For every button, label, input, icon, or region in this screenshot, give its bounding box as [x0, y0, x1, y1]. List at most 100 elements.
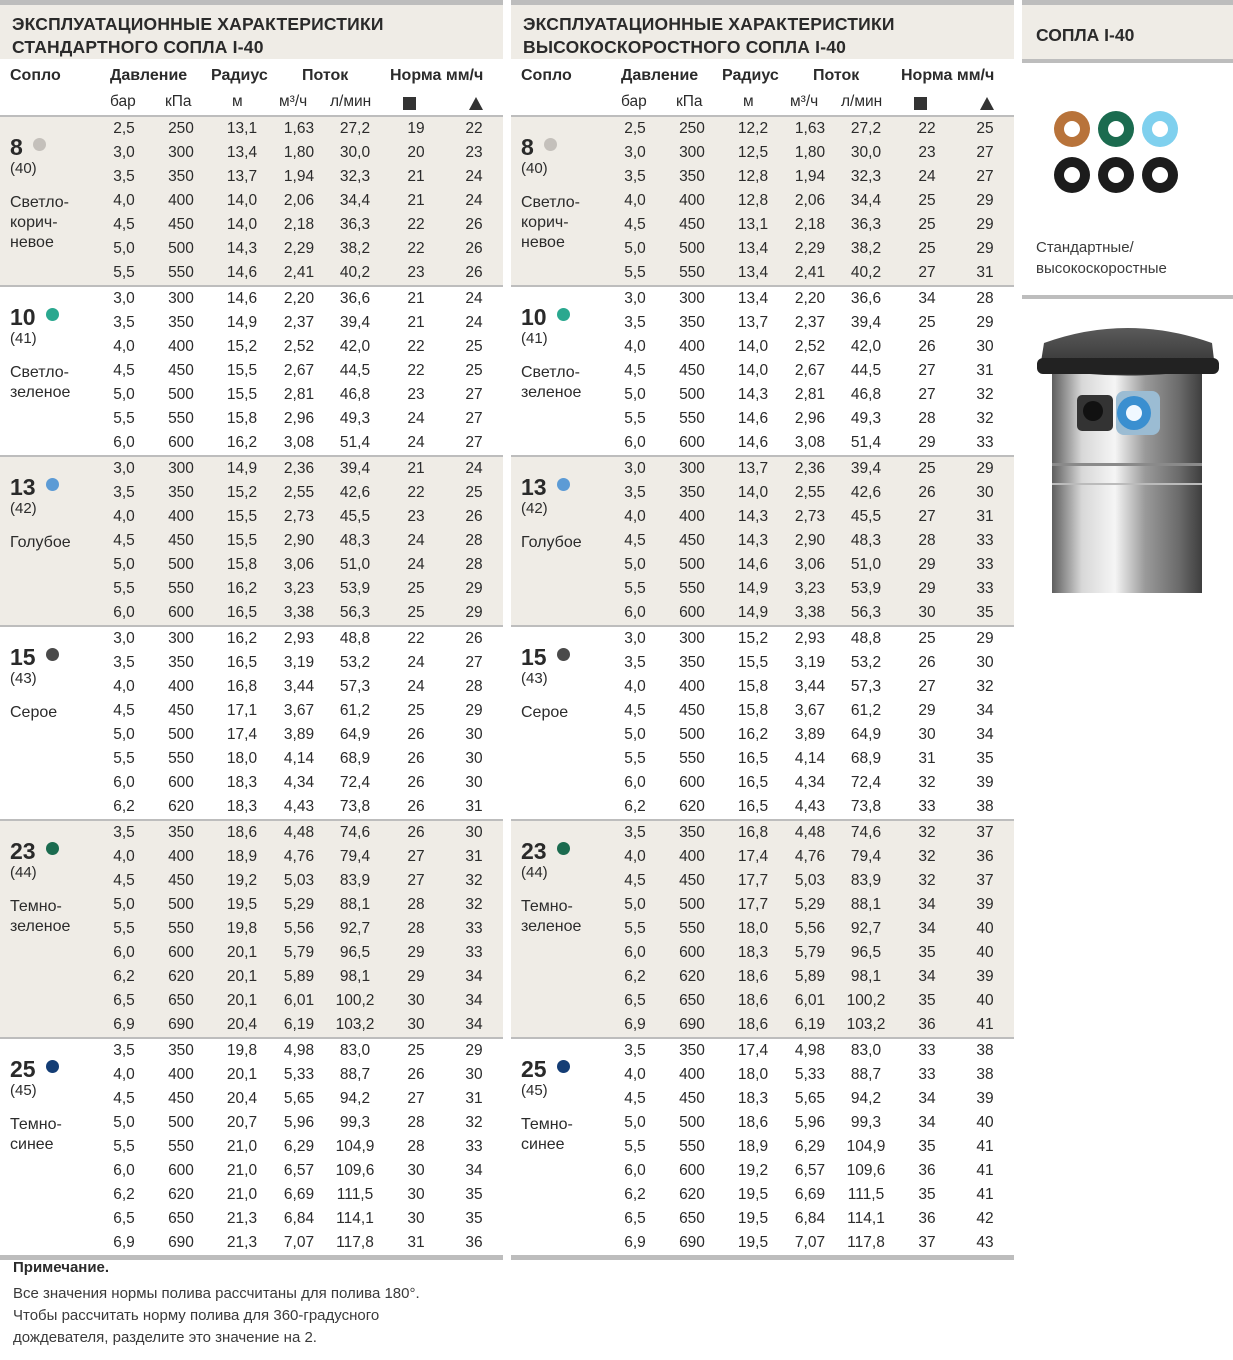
table-cell: 4,14 [283, 750, 315, 767]
table-cell: 18,6 [737, 1114, 769, 1131]
table-row: 5,5 550 15,8 2,96 49,3 24 27 [0, 407, 503, 431]
table-cell: 2,93 [283, 630, 315, 647]
table-cell: 61,2 [850, 702, 882, 719]
table-cell: 14,3 [737, 508, 769, 525]
table-cell: 44,5 [339, 362, 371, 379]
note-line2: Чтобы рассчитать норму полива для 360-гр… [13, 1307, 380, 1324]
table-cell: 21,3 [226, 1234, 258, 1251]
table-cell: 44,5 [850, 362, 882, 379]
table-cell: 27,2 [850, 120, 882, 137]
table-cell: 18,3 [737, 1090, 769, 1107]
table-cell: 3,23 [794, 580, 826, 597]
table-cell: 550 [168, 580, 194, 597]
table-cell: 500 [679, 386, 705, 403]
table-cell: 34 [465, 968, 483, 985]
table-cell: 5,0 [113, 1114, 135, 1131]
nozzle-group: 10 (41) Светло-зеленое 3,0 300 13,4 2,20 36,6 34… [511, 285, 1014, 455]
table-cell: 12,5 [737, 144, 769, 161]
table-cell: 22 [407, 240, 425, 257]
table-cell: 600 [168, 1162, 194, 1179]
table-cell: 24 [918, 168, 936, 185]
table-cell: 27 [407, 1090, 425, 1107]
table-cell: 2,55 [794, 484, 826, 501]
nozzle-ring-icon [1098, 111, 1134, 147]
table-cell: 2,55 [283, 484, 315, 501]
table-cell: 68,9 [339, 750, 371, 767]
table-cell: 6,9 [113, 1234, 135, 1251]
table-cell: 5,79 [794, 944, 826, 961]
table-cell: 35 [918, 944, 936, 961]
table-cell: 39,4 [850, 460, 882, 477]
table-cell: 14,6 [737, 434, 769, 451]
table-cell: 94,2 [339, 1090, 371, 1107]
table-row: 4,0 400 16,8 3,44 57,3 24 28 [0, 675, 503, 699]
table-cell: 4,5 [113, 216, 135, 233]
nozzle-group: 15 (43) Серое 3,0 300 16,2 2,93 48,8 22 26 3,5 350 1… [0, 625, 503, 819]
table-cell: 57,3 [339, 678, 371, 695]
table-cell: 24 [465, 168, 483, 185]
table-cell: 12,2 [737, 120, 769, 137]
table-cell: 68,9 [850, 750, 882, 767]
table-cell: 4,0 [113, 1066, 135, 1083]
table-row: 5,0 500 14,6 3,06 51,0 29 33 [511, 553, 1014, 577]
table-cell: 600 [168, 604, 194, 621]
table-cell: 620 [679, 798, 705, 815]
table-row: 6,9 690 20,4 6,19 103,2 30 34 [0, 1013, 503, 1037]
table-cell: 3,0 [113, 144, 135, 161]
high-speed-groups: 8 (40) Светло-корич-невое 2,5 250 12,2 1,63 27,… [511, 115, 1014, 1255]
table-cell: 34 [465, 1162, 483, 1179]
table-cell: 24 [407, 434, 425, 451]
table-row: 6,0 600 18,3 5,79 96,5 35 40 [511, 941, 1014, 965]
table-cell: 1,80 [283, 144, 315, 161]
table-cell: 22 [407, 630, 425, 647]
table-cell: 20,4 [226, 1090, 258, 1107]
table-cell: 3,0 [624, 144, 646, 161]
table-cell: 23 [407, 508, 425, 525]
table-cell: 4,0 [624, 338, 646, 355]
table-cell: 21 [407, 314, 425, 331]
table-cell: 23 [465, 144, 483, 161]
table-cell: 3,08 [283, 434, 315, 451]
table-cell: 27 [918, 508, 936, 525]
nozzle-caption: Стандартные/ высокоскоростные [1022, 237, 1233, 295]
table-row: 4,0 400 15,2 2,52 42,0 22 25 [0, 335, 503, 359]
table-cell: 3,5 [113, 168, 135, 185]
table-row: 4,0 400 14,0 2,06 34,4 21 24 [0, 189, 503, 213]
table-cell: 117,8 [847, 1234, 885, 1251]
table-cell: 550 [168, 264, 194, 281]
unit-m: м [232, 93, 243, 110]
table-cell: 28 [918, 410, 936, 427]
table-cell: 400 [679, 678, 705, 695]
table-cell: 350 [168, 1042, 194, 1059]
table-cell: 500 [679, 1114, 705, 1131]
table-cell: 19,8 [226, 920, 258, 937]
table-cell: 14,6 [226, 290, 258, 307]
table-cell: 31 [976, 508, 994, 525]
table-cell: 26 [407, 798, 425, 815]
table-cell: 6,84 [794, 1210, 826, 1227]
table-cell: 36,3 [339, 216, 371, 233]
table-cell: 15,2 [226, 338, 258, 355]
table-cell: 30 [407, 992, 425, 1009]
table-row: 4,0 400 15,8 3,44 57,3 27 32 [511, 675, 1014, 699]
table-cell: 690 [168, 1016, 194, 1033]
table-cell: 550 [168, 1138, 194, 1155]
table-row: 5,0 500 14,3 2,81 46,8 27 32 [511, 383, 1014, 407]
table-cell: 31 [407, 1234, 425, 1251]
table-cell: 36 [918, 1210, 936, 1227]
table-cell: 14,6 [737, 410, 769, 427]
table-cell: 22 [407, 338, 425, 355]
table-cell: 13,7 [737, 460, 769, 477]
table-cell: 5,96 [794, 1114, 826, 1131]
table-cell: 13,4 [226, 144, 258, 161]
table-cell: 27 [407, 848, 425, 865]
table-cell: 24 [407, 654, 425, 671]
table-cell: 25 [918, 192, 936, 209]
table-cell: 20,1 [226, 944, 258, 961]
table-cell: 6,0 [624, 1162, 646, 1179]
col-radius: Радиус [722, 67, 779, 84]
table-cell: 32 [465, 1114, 483, 1131]
table-cell: 4,43 [283, 798, 315, 815]
table-cell: 4,5 [624, 702, 646, 719]
table-cell: 620 [679, 1186, 705, 1203]
